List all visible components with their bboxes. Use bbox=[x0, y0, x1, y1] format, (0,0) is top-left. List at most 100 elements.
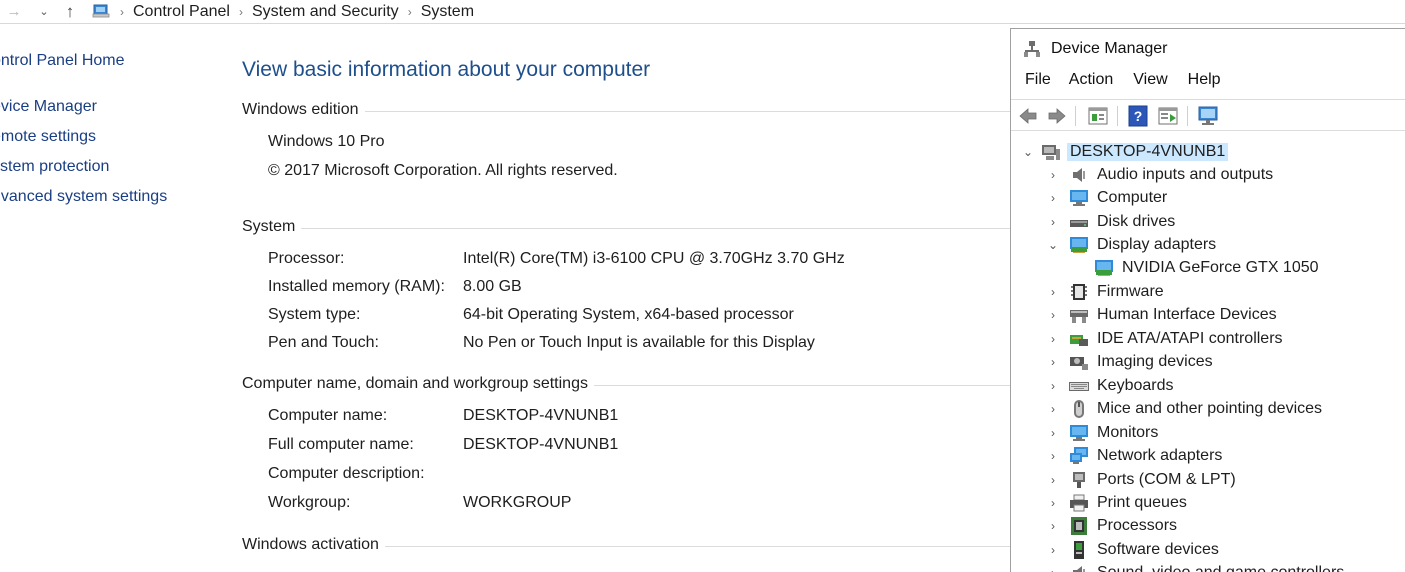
menu-help[interactable]: Help bbox=[1178, 71, 1231, 95]
forward-arrow-icon[interactable] bbox=[1046, 105, 1068, 127]
chevron-right-icon[interactable]: › bbox=[1046, 191, 1060, 205]
tree-node-firmware[interactable]: › Firmware bbox=[1046, 280, 1164, 303]
tree-node-hid[interactable]: › Human Interface Devices bbox=[1046, 303, 1277, 326]
tree-node-display-adapters[interactable]: ⌄ Display adapters bbox=[1046, 233, 1216, 256]
remote-settings-link[interactable]: emote settings bbox=[0, 128, 96, 146]
display-adapter-icon bbox=[1095, 259, 1113, 276]
section-heading: System bbox=[242, 218, 302, 235]
edition-name: Windows 10 Pro bbox=[268, 133, 385, 150]
chevron-right-icon[interactable]: › bbox=[1046, 308, 1060, 322]
tree-node-monitors[interactable]: › Monitors bbox=[1046, 421, 1158, 444]
help-icon[interactable]: ? bbox=[1127, 105, 1149, 127]
chevron-right-icon[interactable]: › bbox=[1046, 168, 1060, 182]
title-bar: Device Manager bbox=[1011, 29, 1405, 69]
disk-drive-icon bbox=[1070, 219, 1088, 227]
chevron-right-icon[interactable]: › bbox=[1046, 285, 1060, 299]
tree-node-label: Computer bbox=[1097, 188, 1168, 206]
tree-node-label: Sound, video and game controllers bbox=[1097, 563, 1345, 572]
row-value: DESKTOP-4VNUNB1 bbox=[463, 407, 619, 424]
up-arrow-icon[interactable]: ↑ bbox=[60, 2, 80, 22]
chevron-right-icon[interactable]: › bbox=[1046, 426, 1060, 440]
chevron-right-icon[interactable]: › bbox=[1046, 519, 1060, 533]
control-panel-home-link[interactable]: ontrol Panel Home bbox=[0, 52, 125, 70]
row-label: Installed memory (RAM): bbox=[268, 278, 445, 295]
row-value: 64-bit Operating System, x64-based proce… bbox=[463, 306, 794, 323]
menu-view[interactable]: View bbox=[1123, 71, 1177, 95]
tree-node-label: Disk drives bbox=[1097, 212, 1176, 230]
processor-row: Processor: Intel(R) Core(TM) i3-6100 CPU… bbox=[268, 250, 1008, 270]
tree-root-label[interactable]: DESKTOP-4VNUNB1 bbox=[1067, 142, 1229, 161]
printer-icon bbox=[1070, 494, 1088, 511]
advanced-system-settings-link[interactable]: dvanced system settings bbox=[0, 188, 167, 206]
back-arrow-icon[interactable] bbox=[1017, 105, 1039, 127]
tree-node-keyboards[interactable]: › Keyboards bbox=[1046, 374, 1174, 397]
properties-icon[interactable] bbox=[1087, 105, 1109, 127]
tree-node-network[interactable]: › Network adapters bbox=[1046, 444, 1222, 467]
menu-bar: File Action View Help bbox=[1011, 71, 1231, 95]
tree-root[interactable]: ⌄ DESKTOP-4VNUNB1 bbox=[1021, 140, 1229, 163]
chevron-right-icon[interactable]: › bbox=[1046, 215, 1060, 229]
main-content: View basic information about your comput… bbox=[242, 0, 1012, 572]
tree-node-disk-drives[interactable]: › Disk drives bbox=[1046, 210, 1175, 233]
tree-node-print-queues[interactable]: › Print queues bbox=[1046, 491, 1187, 514]
tree-node-mice[interactable]: › Mice and other pointing devices bbox=[1046, 397, 1322, 420]
menu-file[interactable]: File bbox=[1011, 71, 1061, 95]
tree-node-computer[interactable]: › Computer bbox=[1046, 186, 1167, 209]
software-device-icon bbox=[1074, 540, 1084, 559]
chevron-right-icon[interactable]: › bbox=[1046, 449, 1060, 463]
full-computer-name-row: Full computer name: DESKTOP-4VNUNB1 bbox=[268, 436, 1008, 456]
row-value: Intel(R) Core(TM) i3-6100 CPU @ 3.70GHz … bbox=[463, 250, 845, 267]
section-heading: Windows edition bbox=[242, 101, 365, 118]
chevron-right-icon[interactable]: › bbox=[1046, 402, 1060, 416]
forward-arrow-icon[interactable]: → bbox=[4, 2, 24, 22]
toolbar: ? bbox=[1011, 99, 1405, 131]
update-driver-icon[interactable] bbox=[1157, 105, 1179, 127]
scan-hardware-icon[interactable] bbox=[1197, 105, 1219, 127]
computer-description-row: Computer description: bbox=[268, 465, 1008, 485]
tree-node-label: NVIDIA GeForce GTX 1050 bbox=[1122, 258, 1319, 276]
system-type-row: System type: 64-bit Operating System, x6… bbox=[268, 306, 1008, 326]
menu-action[interactable]: Action bbox=[1061, 71, 1123, 95]
system-protection-link[interactable]: ystem protection bbox=[0, 158, 109, 176]
tree-node-imaging[interactable]: › Imaging devices bbox=[1046, 350, 1213, 373]
tree-node-software-devices[interactable]: › Software devices bbox=[1046, 538, 1219, 561]
chevron-right-icon[interactable]: › bbox=[1046, 379, 1060, 393]
window-title: Device Manager bbox=[1051, 40, 1168, 57]
tree-node-ide-ata[interactable]: › IDE ATA/ATAPI controllers bbox=[1046, 327, 1283, 350]
chip-icon bbox=[1071, 283, 1087, 300]
chevron-down-icon[interactable]: ⌄ bbox=[1046, 238, 1060, 252]
tree-node-label: Print queues bbox=[1097, 493, 1187, 511]
row-label: Pen and Touch: bbox=[268, 334, 379, 351]
device-manager-icon bbox=[1024, 41, 1040, 57]
pen-touch-row: Pen and Touch: No Pen or Touch Input is … bbox=[268, 334, 1008, 354]
row-label: Processor: bbox=[268, 250, 345, 267]
row-value: DESKTOP-4VNUNB1 bbox=[463, 436, 619, 453]
row-label: System type: bbox=[268, 306, 361, 323]
keyboard-icon bbox=[1069, 381, 1089, 391]
device-manager-link[interactable]: evice Manager bbox=[0, 98, 97, 116]
chevron-down-icon[interactable]: ⌄ bbox=[1021, 145, 1035, 159]
tree-node-audio[interactable]: › Audio inputs and outputs bbox=[1046, 163, 1273, 186]
breadcrumb-control-panel[interactable]: Control Panel bbox=[133, 3, 230, 21]
speaker-icon bbox=[1073, 167, 1085, 182]
chevron-right-icon[interactable]: › bbox=[1046, 473, 1060, 487]
row-label: Full computer name: bbox=[268, 436, 414, 453]
tree-node-sound-video[interactable]: › Sound, video and game controllers bbox=[1046, 561, 1344, 572]
chevron-right-icon[interactable]: › bbox=[1046, 332, 1060, 346]
tree-node-ports[interactable]: › Ports (COM & LPT) bbox=[1046, 468, 1236, 491]
section-divider bbox=[242, 228, 1012, 229]
tree-node-label: Software devices bbox=[1097, 540, 1219, 558]
control-panel-icon bbox=[92, 4, 110, 18]
chevron-right-icon[interactable]: › bbox=[1046, 543, 1060, 557]
tree-node-processors[interactable]: › Processors bbox=[1046, 514, 1177, 537]
tree-node-label: Ports (COM & LPT) bbox=[1097, 470, 1236, 488]
chevron-down-icon[interactable]: ⌄ bbox=[34, 2, 54, 22]
chevron-right-icon[interactable]: › bbox=[1046, 566, 1060, 572]
tree-node-label: Monitors bbox=[1097, 423, 1159, 441]
chevron-right-icon[interactable]: › bbox=[1046, 355, 1060, 369]
copyright-text: © 2017 Microsoft Corporation. All rights… bbox=[268, 162, 618, 179]
row-label: Workgroup: bbox=[268, 494, 351, 511]
tree-node-nvidia-gtx-1050[interactable]: NVIDIA GeForce GTX 1050 bbox=[1071, 256, 1319, 279]
chevron-right-icon[interactable]: › bbox=[1046, 496, 1060, 510]
port-icon bbox=[1073, 471, 1085, 488]
